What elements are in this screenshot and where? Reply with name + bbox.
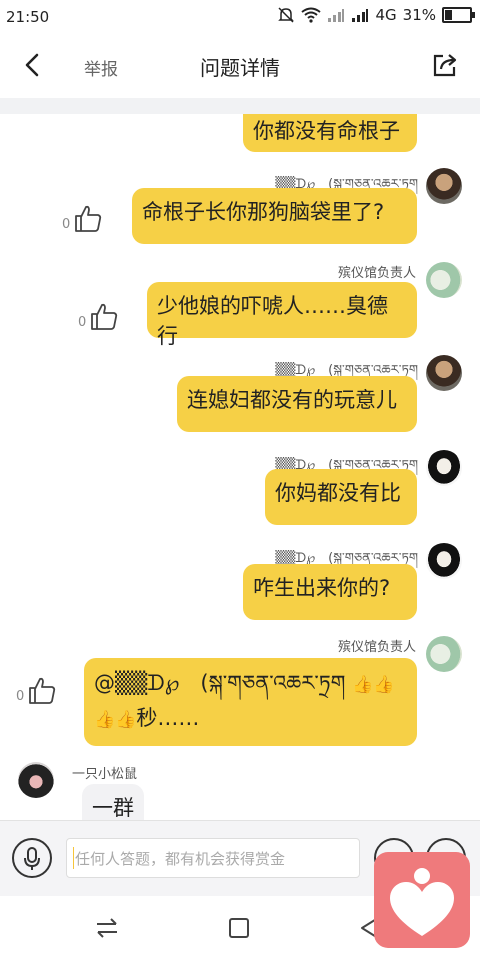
share-icon[interactable] — [430, 50, 460, 80]
message-text: 咋生出来你的? — [253, 576, 391, 600]
like-button[interactable]: 0 — [16, 674, 58, 706]
avatar[interactable] — [426, 450, 462, 486]
message-bubble: 咋生出来你的? — [243, 564, 417, 620]
signal-4g-icon — [352, 9, 369, 22]
wifi-icon — [301, 7, 322, 23]
avatar[interactable] — [18, 762, 54, 798]
top-bar: 举报 问题详情 — [0, 34, 480, 98]
message-bubble: @▒▒ᗪ℘ (སྐ་གཅན་འཆར་ཏྲག 👍👍 👍👍秒…… — [84, 658, 417, 746]
message-text: 秒…… — [136, 706, 200, 730]
message-text: 少他娘的吓唬人……臭德行 — [157, 294, 388, 348]
status-icons: 4G 31% — [277, 6, 475, 24]
microphone-icon[interactable] — [12, 838, 52, 878]
thumbs-up-icon — [29, 677, 56, 704]
chat-thread[interactable]: 你都没有命根子 ▒▒ᗪ℘ (སྐ་གཅན་འཆར་ཏྲག 命根子长你那狗脑袋里了… — [0, 114, 480, 820]
status-bar: 21:50 4G 31% — [0, 0, 480, 34]
switch-arrows-icon[interactable] — [94, 916, 120, 940]
sender-name: 一只小松鼠 — [72, 767, 138, 782]
square-icon[interactable] — [228, 917, 250, 939]
like-button[interactable]: 0 — [62, 202, 104, 234]
chevron-left-icon[interactable] — [18, 50, 48, 80]
message-bubble: 你都没有命根子 — [243, 114, 417, 152]
signal-icon — [328, 9, 345, 22]
like-count: 0 — [16, 689, 25, 704]
thumbs-up-icon — [75, 205, 102, 232]
avatar[interactable] — [426, 168, 462, 204]
message-bubble: 连媳妇都没有的玩意儿 — [177, 376, 417, 432]
message-mention[interactable]: @▒▒ᗪ℘ (སྐ་གཅན་འཆར་ཏྲག — [94, 671, 345, 695]
avatar[interactable] — [426, 355, 462, 391]
avatar[interactable] — [426, 636, 462, 672]
status-time: 21:50 — [6, 8, 50, 26]
like-count: 0 — [62, 217, 71, 232]
message-bubble: 少他娘的吓唬人……臭德行 — [147, 282, 417, 348]
thumbs-up-emoji: 👍👍 — [94, 710, 137, 730]
message-text: 一群 — [92, 796, 134, 820]
sender-name: 殡仪馆负责人 — [337, 640, 416, 655]
heart-person-icon — [390, 868, 454, 936]
report-button[interactable]: 举报 — [84, 55, 118, 80]
like-count: 0 — [78, 315, 87, 330]
message-bubble: 命根子长你那狗脑袋里了? — [132, 188, 417, 244]
message-text: 连媳妇都没有的玩意儿 — [187, 388, 397, 412]
floating-app-button[interactable] — [374, 852, 470, 948]
page-title: 问题详情 — [200, 56, 280, 80]
avatar[interactable] — [426, 543, 462, 579]
mute-bell-icon — [278, 7, 295, 23]
thumbs-up-emoji: 👍👍 — [352, 675, 395, 695]
header-divider — [0, 98, 480, 114]
message-bubble: 一群 — [82, 784, 144, 820]
message-text: 命根子长你那狗脑袋里了? — [142, 200, 385, 224]
battery-fill — [445, 10, 452, 20]
answer-input[interactable]: 任何人答题，都有机会获得赏金 — [66, 838, 360, 878]
message-bubble: 你妈都没有比 — [265, 469, 417, 525]
battery-percent: 31% — [402, 6, 436, 24]
message-text: 你都没有命根子 — [253, 119, 400, 143]
like-button[interactable]: 0 — [78, 300, 120, 332]
network-type: 4G — [375, 6, 397, 24]
microphone-glyph — [24, 847, 40, 870]
message-text: 你妈都没有比 — [275, 481, 401, 505]
battery-icon — [442, 7, 475, 23]
sender-name: 殡仪馆负责人 — [337, 266, 416, 281]
avatar[interactable] — [426, 262, 462, 298]
thumbs-up-icon — [91, 303, 118, 330]
